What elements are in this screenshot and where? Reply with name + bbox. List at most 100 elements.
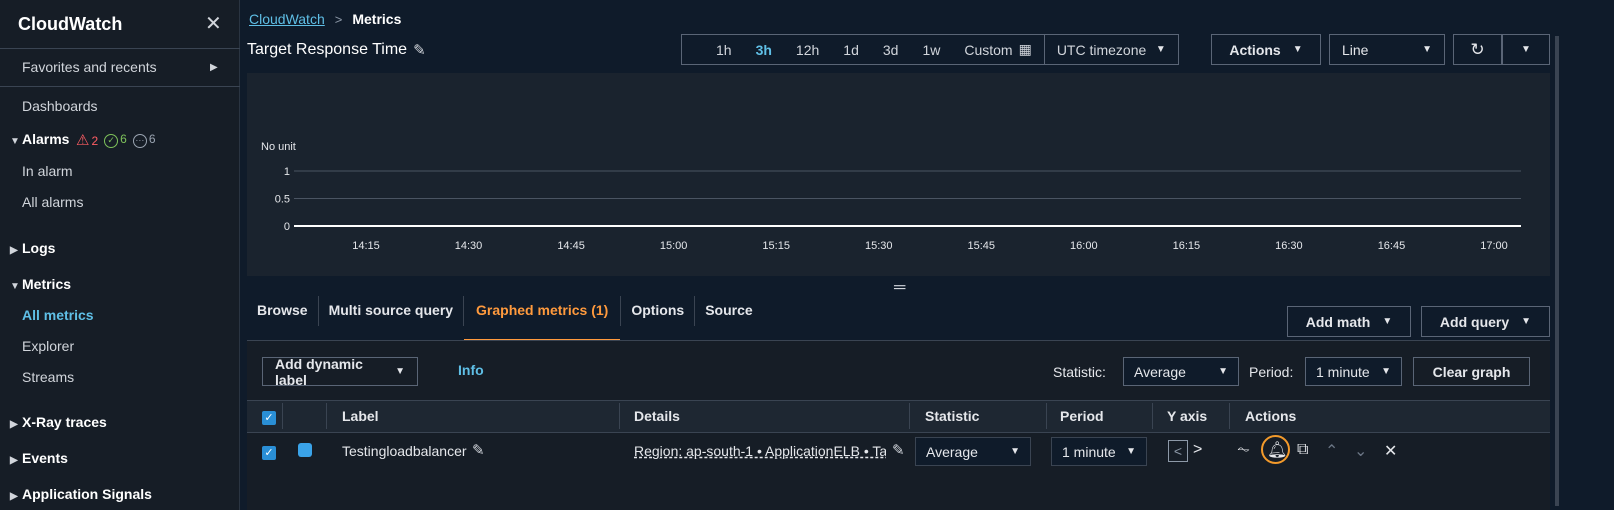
row-label: Testingloadbalancer bbox=[342, 443, 467, 459]
close-icon[interactable]: ✕ bbox=[205, 14, 222, 34]
y-axis-right-button[interactable]: > bbox=[1193, 441, 1202, 459]
row-checkbox[interactable]: ✓ bbox=[262, 446, 276, 460]
breadcrumb-current: Metrics bbox=[352, 11, 402, 27]
y-axis-left-button[interactable]: < bbox=[1168, 440, 1188, 462]
refresh-options-dropdown[interactable]: ▼ bbox=[1502, 34, 1550, 65]
edit-pencil-icon[interactable]: ✎ bbox=[413, 41, 426, 59]
refresh-button[interactable]: ↻ bbox=[1453, 34, 1502, 65]
series-color-swatch[interactable] bbox=[298, 443, 312, 457]
column-header-label[interactable]: Label bbox=[342, 408, 379, 424]
caret-down-icon: ▼ bbox=[1521, 316, 1532, 327]
sidebar-item-in-alarm[interactable]: In alarm bbox=[22, 163, 73, 179]
x-tick-label: 14:45 bbox=[557, 240, 585, 252]
sidebar-section-metrics[interactable]: ▼ Metrics bbox=[10, 276, 71, 292]
caret-down-icon: ▼ bbox=[1218, 366, 1228, 377]
sidebar-item-favorites[interactable]: Favorites and recents bbox=[22, 59, 157, 75]
actions-dropdown[interactable]: Actions ▼ bbox=[1211, 34, 1321, 65]
range-1d[interactable]: 1d bbox=[831, 35, 871, 64]
divider bbox=[0, 48, 240, 49]
range-12h[interactable]: 12h bbox=[784, 35, 831, 64]
select-all-checkbox[interactable]: ✓ bbox=[262, 411, 276, 425]
range-custom[interactable]: Custom ▦ bbox=[952, 35, 1043, 64]
row-statistic-select[interactable]: Average ▼ bbox=[915, 437, 1031, 466]
caret-right-icon[interactable]: ▶ bbox=[210, 62, 218, 73]
graph-title: Target Response Time ✎ bbox=[247, 41, 426, 59]
column-header-period[interactable]: Period bbox=[1060, 408, 1104, 424]
alarm-badges: ⚠ 2 ✓ 6 ··· 6 bbox=[76, 131, 156, 149]
range-3h[interactable]: 3h bbox=[744, 35, 784, 64]
x-tick-label: 15:45 bbox=[968, 240, 996, 252]
warning-icon: ⚠ bbox=[76, 132, 90, 149]
y-axis-label: No unit bbox=[261, 141, 296, 153]
add-math-button[interactable]: Add math ▼ bbox=[1287, 306, 1411, 337]
sidebar-section-xray[interactable]: ▶ X-Ray traces bbox=[10, 414, 107, 430]
statistic-select[interactable]: Average ▼ bbox=[1123, 357, 1239, 386]
period-label: Period: bbox=[1249, 364, 1294, 380]
row-details[interactable]: Region: ap-south-1 • ApplicationELB • Ta… bbox=[634, 443, 886, 459]
timezone-select[interactable]: UTC timezone ▼ bbox=[1043, 35, 1178, 64]
caret-down-icon: ▼ bbox=[1155, 44, 1166, 55]
breadcrumb-cloudwatch[interactable]: CloudWatch bbox=[249, 11, 325, 27]
sidebar-item-dashboards[interactable]: Dashboards bbox=[22, 98, 98, 114]
tab-options[interactable]: Options bbox=[621, 296, 696, 326]
calendar-icon: ▦ bbox=[1018, 41, 1032, 57]
clear-graph-button[interactable]: Clear graph bbox=[1413, 357, 1530, 386]
divider bbox=[1046, 403, 1047, 429]
alarm-badge-insufficient[interactable]: ··· 6 bbox=[132, 132, 156, 148]
caret-right-icon: ▶ bbox=[10, 419, 18, 430]
sidebar-section-logs[interactable]: ▶ Logs bbox=[10, 240, 55, 256]
divider bbox=[909, 403, 910, 429]
caret-right-icon: ▶ bbox=[10, 245, 18, 256]
move-up-icon[interactable]: ⌃ bbox=[1325, 441, 1338, 461]
column-header-yaxis[interactable]: Y axis bbox=[1167, 408, 1207, 424]
y-tick-label: 1 bbox=[284, 166, 290, 178]
x-tick-label: 15:00 bbox=[660, 240, 688, 252]
x-tick-label: 14:15 bbox=[352, 240, 380, 252]
column-header-statistic[interactable]: Statistic bbox=[925, 408, 979, 424]
y-tick-label: 0.5 bbox=[275, 194, 290, 206]
edit-pencil-icon[interactable]: ✎ bbox=[892, 441, 905, 459]
tab-source[interactable]: Source bbox=[695, 296, 762, 326]
range-1h[interactable]: 1h bbox=[682, 35, 744, 64]
remove-icon[interactable]: ✕ bbox=[1384, 441, 1397, 461]
x-tick-label: 16:15 bbox=[1173, 240, 1201, 252]
edit-pencil-icon[interactable]: ✎ bbox=[472, 441, 485, 459]
scrollbar[interactable] bbox=[1555, 36, 1559, 506]
x-tick-label: 15:30 bbox=[865, 240, 893, 252]
period-select[interactable]: 1 minute ▼ bbox=[1305, 357, 1402, 386]
sidebar-section-events[interactable]: ▶ Events bbox=[10, 450, 68, 466]
alarm-badge-in-alarm[interactable]: ⚠ 2 bbox=[76, 131, 98, 149]
duplicate-icon[interactable]: ⧉ bbox=[1297, 441, 1308, 459]
tab-graphed-metrics[interactable]: Graphed metrics (1) bbox=[464, 296, 622, 341]
caret-right-icon: ▶ bbox=[10, 491, 18, 502]
sidebar-item-all-alarms[interactable]: All alarms bbox=[22, 194, 83, 210]
chart-type-select[interactable]: Line ▼ bbox=[1329, 34, 1445, 65]
caret-down-icon: ▼ bbox=[10, 281, 20, 292]
sidebar-item-streams[interactable]: Streams bbox=[22, 369, 74, 385]
add-query-button[interactable]: Add query ▼ bbox=[1421, 306, 1550, 337]
resize-handle-icon[interactable]: ═ bbox=[894, 279, 905, 297]
tab-browse[interactable]: Browse bbox=[247, 296, 319, 326]
range-3d[interactable]: 3d bbox=[871, 35, 911, 64]
add-dynamic-label-button[interactable]: Add dynamic label ▼ bbox=[262, 356, 418, 388]
sidebar-section-label: Alarms bbox=[22, 131, 70, 147]
statistic-label: Statistic: bbox=[1053, 364, 1106, 380]
check-circle-icon: ✓ bbox=[104, 134, 119, 148]
sidebar-section-alarms[interactable]: ▼ Alarms bbox=[10, 131, 69, 147]
column-header-details[interactable]: Details bbox=[634, 408, 680, 424]
x-tick-label: 17:00 bbox=[1480, 240, 1508, 252]
row-period-select[interactable]: 1 minute ▼ bbox=[1051, 437, 1147, 466]
sidebar-item-explorer[interactable]: Explorer bbox=[22, 338, 74, 354]
anomaly-detection-icon[interactable]: ⏦ bbox=[1237, 441, 1250, 459]
sidebar-section-app-signals[interactable]: ▶ Application Signals bbox=[10, 486, 152, 502]
move-down-icon[interactable]: ⌄ bbox=[1354, 441, 1367, 461]
tab-multi-source-query[interactable]: Multi source query bbox=[319, 296, 465, 326]
column-header-actions[interactable]: Actions bbox=[1245, 408, 1296, 424]
sidebar-item-all-metrics[interactable]: All metrics bbox=[22, 307, 94, 323]
chevron-right-icon: > bbox=[334, 11, 343, 27]
info-link[interactable]: Info bbox=[458, 362, 484, 378]
caret-down-icon: ▼ bbox=[1422, 44, 1432, 55]
alarm-badge-ok[interactable]: ✓ 6 bbox=[104, 132, 127, 148]
range-1w[interactable]: 1w bbox=[910, 35, 952, 64]
create-alarm-bell-icon[interactable]: 🔔︎ bbox=[1267, 440, 1287, 460]
